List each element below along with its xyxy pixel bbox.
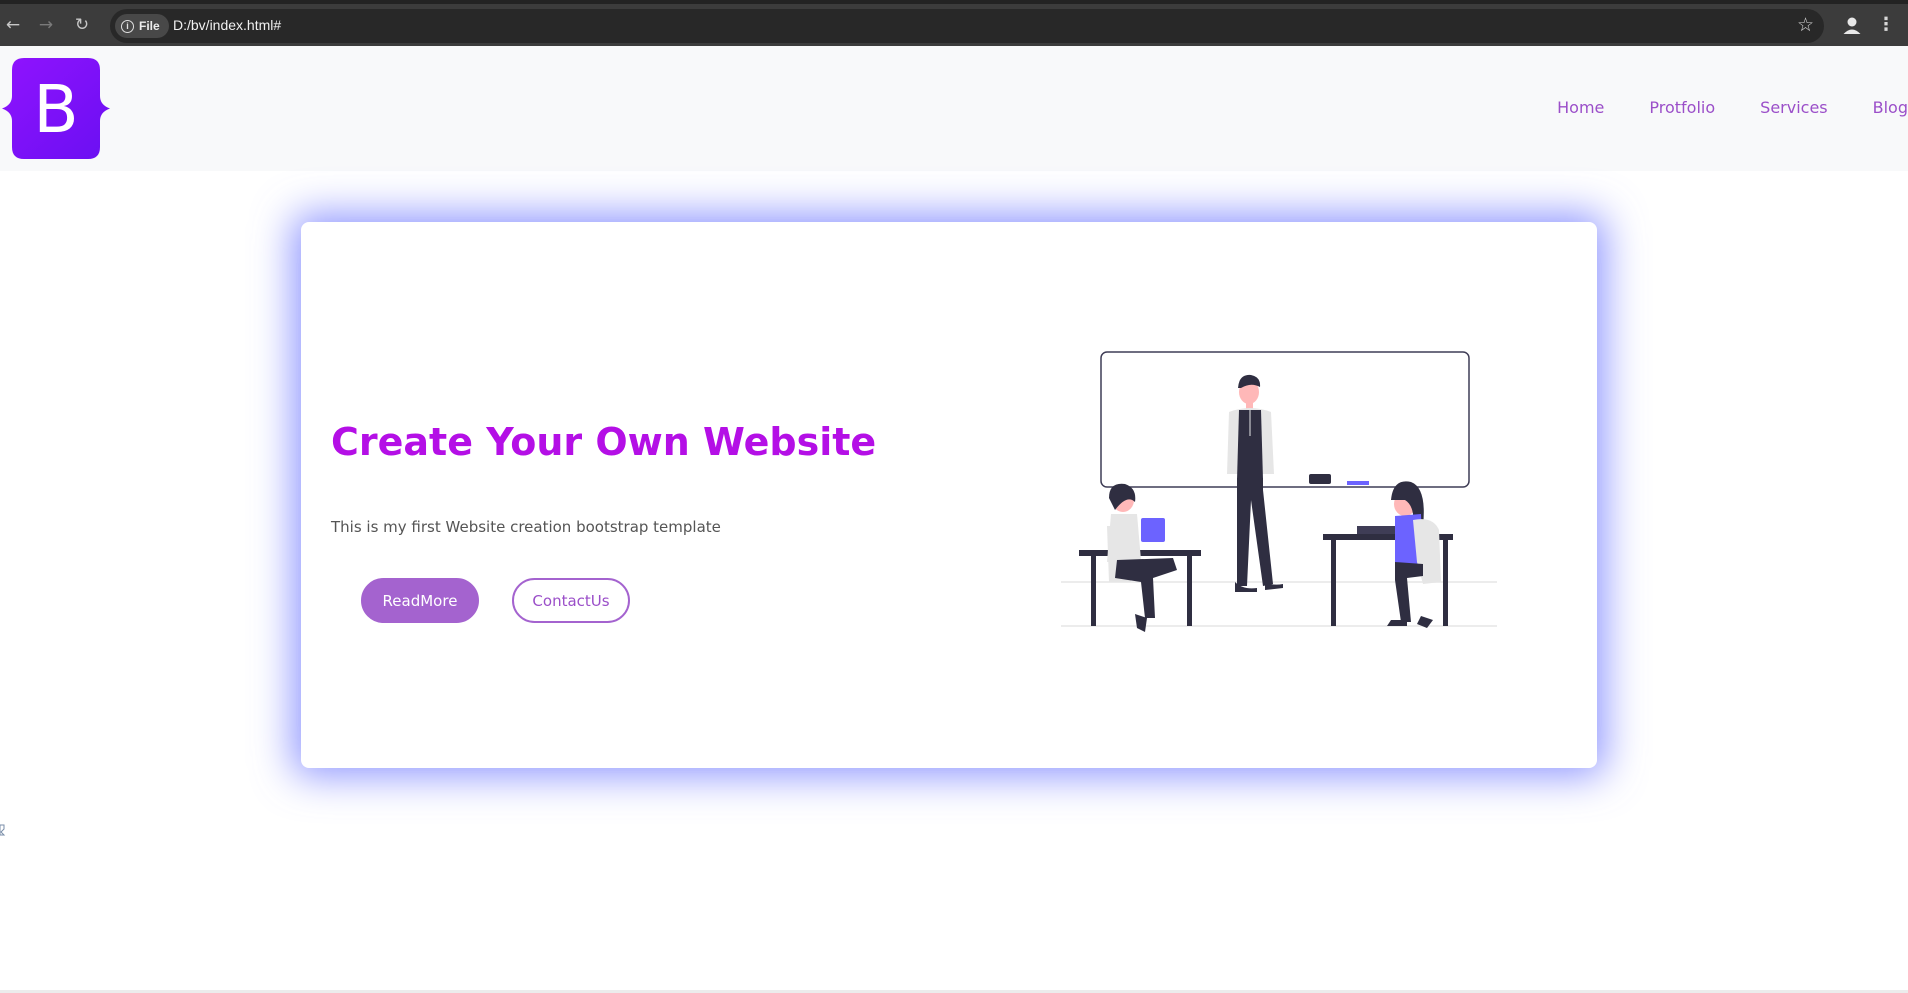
readmore-button[interactable]: ReadMore <box>361 578 479 623</box>
broken-image-icon <box>0 824 6 836</box>
hero-text: This is my first Website creation bootst… <box>331 518 721 536</box>
contactus-button[interactable]: ContactUs <box>512 578 630 623</box>
nav-link-services[interactable]: Services <box>1760 98 1827 117</box>
profile-icon[interactable] <box>1839 13 1865 39</box>
nav-links: Home Protfolio Services Blog <box>1512 98 1908 117</box>
back-arrow-icon[interactable]: ← <box>0 12 26 38</box>
reload-icon[interactable]: ↻ <box>69 12 95 38</box>
page-viewport: B Home Protfolio Services Blog Create Yo… <box>0 46 1908 993</box>
browser-toolbar: ← → ↻ i File D:/bv/index.html# ☆ ⋮ <box>0 0 1908 46</box>
nav-link-portfolio[interactable]: Protfolio <box>1649 98 1715 117</box>
logo-letter: B <box>33 71 78 148</box>
nav-link-home[interactable]: Home <box>1557 98 1604 117</box>
site-info-chip[interactable]: i File <box>115 14 169 38</box>
team-meeting-illustration <box>1061 351 1497 632</box>
hero-card: Create Your Own Website This is my first… <box>301 222 1597 768</box>
navbar: B Home Protfolio Services Blog <box>0 46 1908 171</box>
forward-arrow-icon[interactable]: → <box>33 12 59 38</box>
url-text[interactable]: D:/bv/index.html# <box>173 17 281 33</box>
kebab-menu-icon[interactable]: ⋮ <box>1876 12 1896 38</box>
star-icon[interactable]: ☆ <box>1797 14 1814 36</box>
info-icon: i <box>121 19 134 33</box>
file-chip-label: File <box>139 19 160 33</box>
hero-title: Create Your Own Website <box>331 420 877 464</box>
bootstrap-logo[interactable]: B <box>0 58 112 159</box>
address-bar[interactable]: i File D:/bv/index.html# ☆ <box>110 9 1824 43</box>
nav-link-blog[interactable]: Blog <box>1873 98 1908 117</box>
